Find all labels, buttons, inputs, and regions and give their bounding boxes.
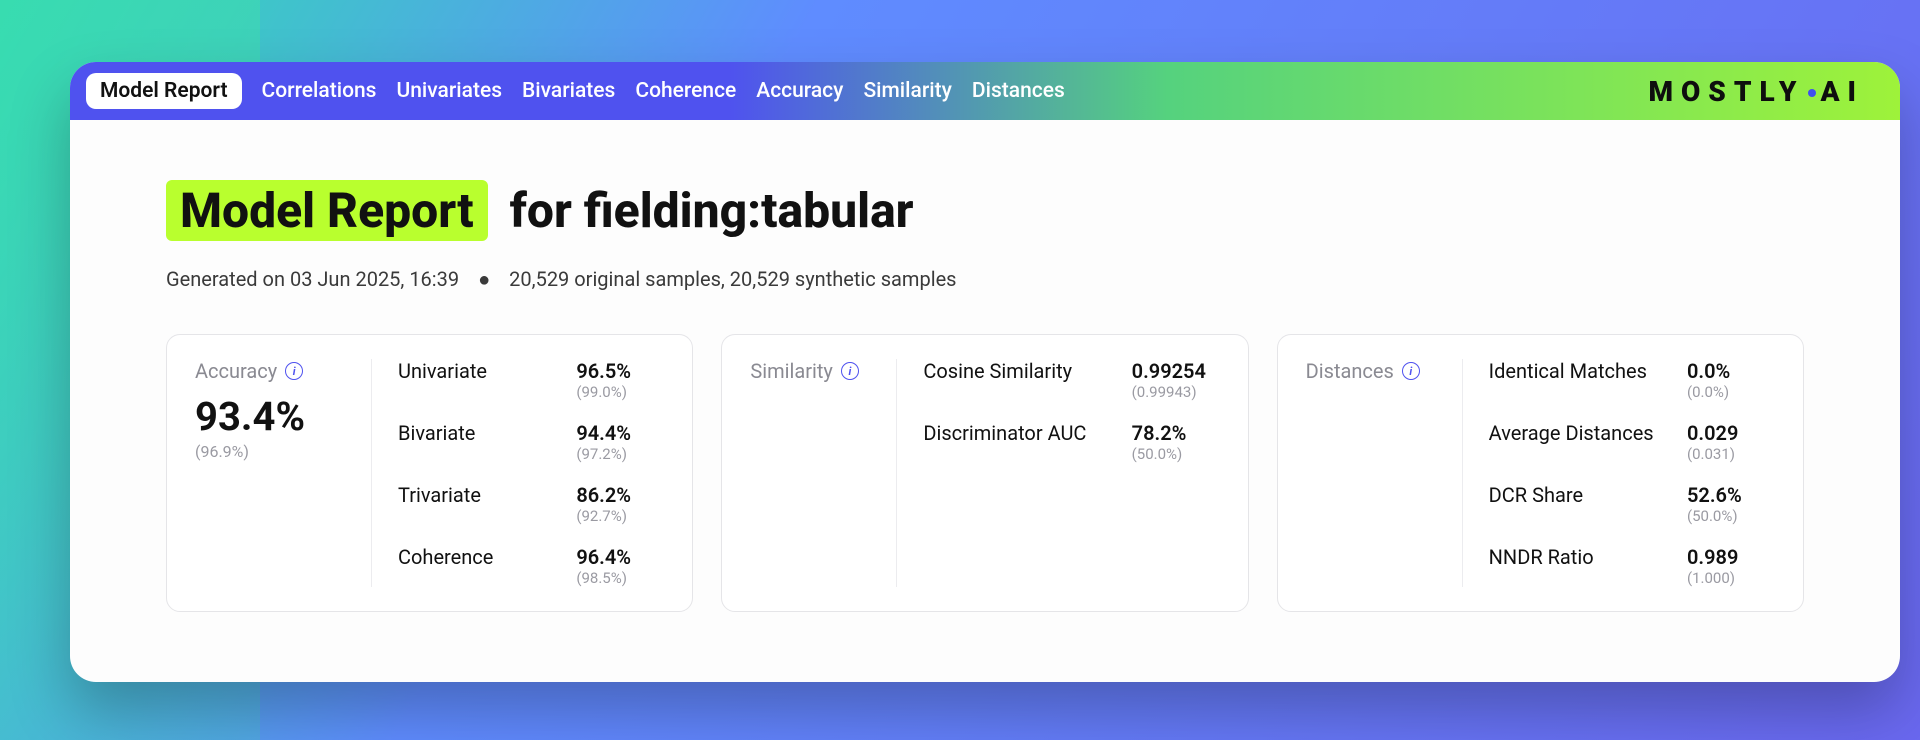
cards: Accuracy i 93.4% (96.9%) Univariate 96.5…: [166, 334, 1804, 612]
row-value: 0.0%: [1687, 359, 1775, 383]
content: Model Report for fielding:tabular Genera…: [70, 120, 1900, 652]
row-value: 96.5%: [576, 359, 664, 383]
meta-line: Generated on 03 Jun 2025, 16:39 ● 20,529…: [166, 267, 1804, 292]
row-value: 0.989: [1687, 545, 1775, 569]
row-value: 86.2%: [576, 483, 664, 507]
table-row: Coherence 96.4% (98.5%): [398, 545, 664, 587]
row-sub: (98.5%): [576, 569, 664, 587]
divider: [896, 359, 897, 587]
row-value: 52.6%: [1687, 483, 1775, 507]
row-label: Coherence: [398, 545, 493, 569]
row-sub: (97.2%): [576, 445, 664, 463]
table-row: Bivariate 94.4% (97.2%): [398, 421, 664, 463]
info-icon[interactable]: i: [841, 362, 859, 380]
accuracy-overall-sub: (96.9%): [195, 442, 345, 461]
title-rest: for fielding:tabular: [510, 182, 914, 239]
table-row: Trivariate 86.2% (92.7%): [398, 483, 664, 525]
row-value: 0.029: [1687, 421, 1775, 445]
tab-accuracy[interactable]: Accuracy: [756, 79, 843, 103]
row-label: Trivariate: [398, 483, 481, 507]
divider: [1462, 359, 1463, 587]
table-row: NNDR Ratio 0.989 (1.000): [1489, 545, 1775, 587]
table-row: Average Distances 0.029 (0.031): [1489, 421, 1775, 463]
page-title: Model Report for fielding:tabular: [166, 180, 1804, 241]
tab-distances[interactable]: Distances: [972, 79, 1065, 103]
card-accuracy-rows: Univariate 96.5% (99.0%) Bivariate 94.4%…: [398, 359, 664, 587]
card-similarity-rows: Cosine Similarity 0.99254 (0.99943) Disc…: [923, 359, 1219, 587]
row-label: Cosine Similarity: [923, 359, 1072, 383]
card-distances-title-text: Distances: [1306, 359, 1394, 383]
card-distances: Distances i Identical Matches 0.0% (0.0%…: [1277, 334, 1804, 612]
report-window: Model Report Correlations Univariates Bi…: [70, 62, 1900, 682]
row-sub: (99.0%): [576, 383, 664, 401]
meta-separator: ●: [478, 267, 490, 291]
divider: [371, 359, 372, 587]
table-row: Identical Matches 0.0% (0.0%): [1489, 359, 1775, 401]
meta-generated-prefix: Generated on: [166, 267, 285, 291]
row-sub: (0.0%): [1687, 383, 1775, 401]
row-label: Univariate: [398, 359, 487, 383]
info-icon[interactable]: i: [285, 362, 303, 380]
table-row: Cosine Similarity 0.99254 (0.99943): [923, 359, 1219, 401]
card-similarity-title-text: Similarity: [750, 359, 833, 383]
row-value: 78.2%: [1132, 421, 1220, 445]
row-sub: (50.0%): [1687, 507, 1775, 525]
row-label: Bivariate: [398, 421, 475, 445]
card-accuracy-title: Accuracy i: [195, 359, 345, 383]
tab-similarity[interactable]: Similarity: [863, 79, 951, 103]
row-label: Identical Matches: [1489, 359, 1647, 383]
card-similarity-title: Similarity i: [750, 359, 870, 383]
card-similarity: Similarity i Cosine Similarity 0.99254 (…: [721, 334, 1248, 612]
row-sub: (50.0%): [1132, 445, 1220, 463]
card-accuracy-title-text: Accuracy: [195, 359, 277, 383]
brand-text: MOSTLYAI: [1648, 75, 1864, 108]
card-accuracy-summary: Accuracy i 93.4% (96.9%): [195, 359, 345, 587]
tab-correlations[interactable]: Correlations: [262, 79, 377, 103]
tab-bivariates[interactable]: Bivariates: [522, 79, 615, 103]
tab-coherence[interactable]: Coherence: [635, 79, 736, 103]
card-distances-rows: Identical Matches 0.0% (0.0%) Average Di…: [1489, 359, 1775, 587]
row-label: DCR Share: [1489, 483, 1583, 507]
table-row: DCR Share 52.6% (50.0%): [1489, 483, 1775, 525]
tab-model-report[interactable]: Model Report: [86, 73, 242, 109]
card-distances-title: Distances i: [1306, 359, 1436, 383]
row-label: NNDR Ratio: [1489, 545, 1594, 569]
meta-samples: 20,529 original samples, 20,529 syntheti…: [509, 267, 956, 291]
row-sub: (1.000): [1687, 569, 1775, 587]
card-distances-summary: Distances i: [1306, 359, 1436, 587]
table-row: Discriminator AUC 78.2% (50.0%): [923, 421, 1219, 463]
row-label: Average Distances: [1489, 421, 1654, 445]
brand: MOSTLYAI: [1648, 75, 1864, 108]
row-value: 0.99254: [1132, 359, 1220, 383]
meta-generated: 03 Jun 2025, 16:39: [290, 267, 459, 291]
tab-univariates[interactable]: Univariates: [397, 79, 503, 103]
title-highlight: Model Report: [166, 180, 488, 241]
accuracy-overall: 93.4%: [195, 393, 345, 440]
info-icon[interactable]: i: [1402, 362, 1420, 380]
row-sub: (0.031): [1687, 445, 1775, 463]
card-accuracy: Accuracy i 93.4% (96.9%) Univariate 96.5…: [166, 334, 693, 612]
row-value: 96.4%: [576, 545, 664, 569]
card-similarity-summary: Similarity i: [750, 359, 870, 587]
topbar: Model Report Correlations Univariates Bi…: [70, 62, 1900, 120]
table-row: Univariate 96.5% (99.0%): [398, 359, 664, 401]
brand-dot-icon: [1808, 89, 1816, 97]
row-sub: (0.99943): [1132, 383, 1220, 401]
row-value: 94.4%: [576, 421, 664, 445]
row-sub: (92.7%): [576, 507, 664, 525]
tabs: Model Report Correlations Univariates Bi…: [86, 73, 1065, 109]
row-label: Discriminator AUC: [923, 421, 1086, 445]
